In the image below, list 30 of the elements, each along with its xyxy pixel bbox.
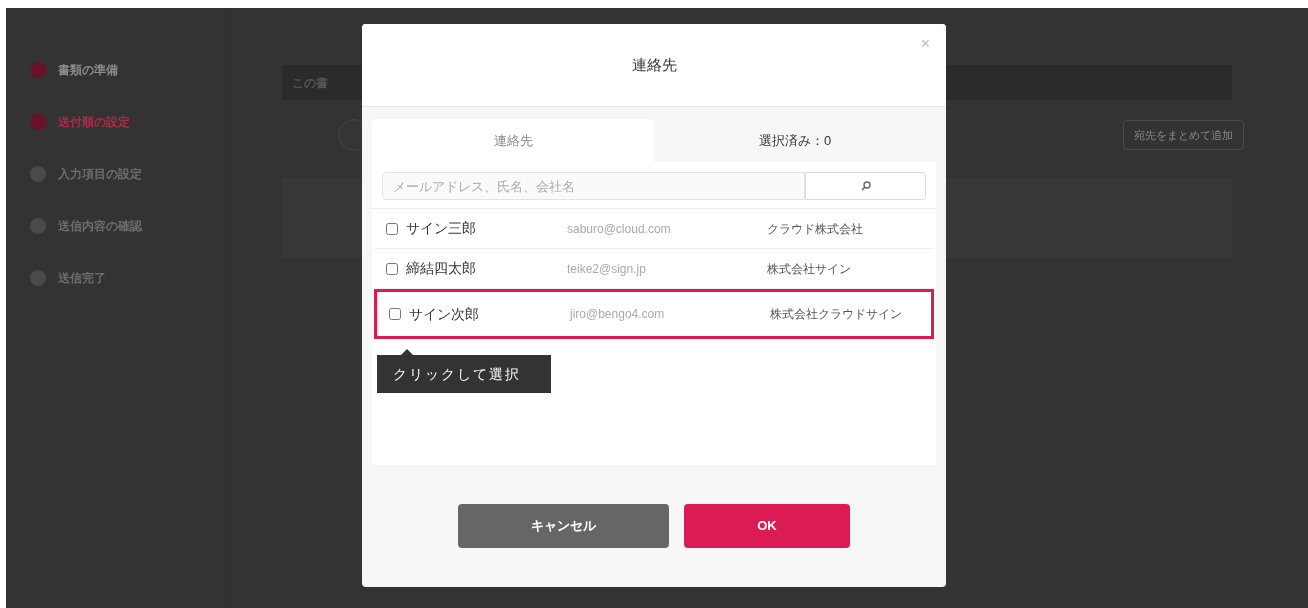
contact-name: サイン三郎 [406,219,477,238]
contact-email: jiro@bengo4.com [570,306,666,323]
contact-company: 株式会社クラウドサイン [770,306,902,323]
contact-email: teike2@sign.jp [567,260,647,278]
dialog-title: 連絡先 [631,54,677,75]
close-button[interactable]: × [920,32,930,56]
contact-checkbox[interactable] [386,262,398,275]
contact-company: クラウド株式会社 [767,220,863,238]
contact-email: saburo@cloud.com [567,220,672,238]
step-label[interactable]: 送信内容の確認 [58,217,142,235]
step-label[interactable]: 入力項目の設定 [58,165,142,183]
contact-company: 株式会社サイン [767,260,851,278]
cancel-button[interactable]: キャンセル [458,504,669,548]
contact-row[interactable]: 締結四太郎 teike2@sign.jp 株式会社サイン [374,249,934,289]
ok-button[interactable]: OK [684,504,850,548]
dialog-tab[interactable]: 連絡先 [372,119,654,162]
tooltip-text: クリックして選択 [393,364,521,384]
step-label[interactable]: 送付順の設定 [58,113,130,131]
contact-row[interactable]: サイン次郎 jiro@bengo4.com 株式会社クラウドサイン [374,289,934,339]
contact-checkbox[interactable] [389,308,401,320]
step-label[interactable]: 書類の準備 [58,61,118,79]
contact-checkbox[interactable] [386,222,398,235]
contact-name: サイン次郎 [409,304,480,324]
contact-name: 締結四太郎 [406,259,477,278]
search-field[interactable]: メールアドレス、氏名、会社名 [382,172,805,200]
dialog-tab[interactable]: 選択済み：0 [654,119,936,162]
step-label[interactable]: 送信完了 [58,269,106,287]
contact-row[interactable]: サイン三郎 saburo@cloud.com クラウド株式会社 [374,209,934,249]
search-icon [860,181,871,191]
bulk-add-button[interactable]: 宛先をまとめて追加 [1123,119,1244,151]
